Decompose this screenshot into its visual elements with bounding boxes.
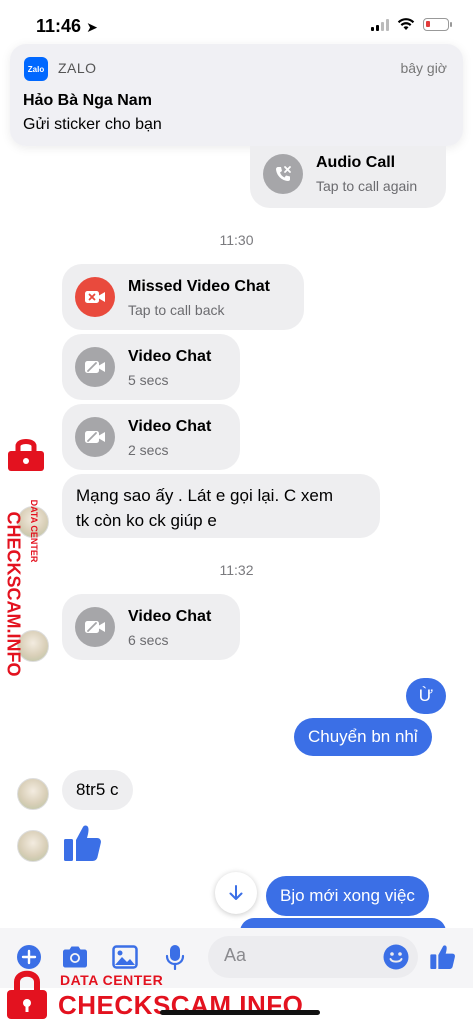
notification-title: Hảo Bà Nga Nam — [23, 92, 152, 109]
sent-message[interactable]: Ừ — [406, 678, 446, 714]
video-chat-duration: 5 secs — [128, 372, 169, 388]
status-time: 11:46 ➤ — [36, 16, 98, 36]
missed-video-chat-title: Missed Video Chat — [128, 278, 270, 295]
timestamp: 11:30 — [219, 232, 254, 248]
message-text-line: Mạng sao ấy . Lát e gọi lại. C xem — [76, 486, 334, 505]
thumbs-up-icon — [64, 825, 101, 861]
notification-banner[interactable]: Zalo ZALO bây giờ Hảo Bà Nga Nam Gửi sti… — [10, 44, 463, 146]
notification-body: Gửi sticker cho bạn — [23, 116, 162, 133]
video-camera-off-icon — [75, 607, 115, 647]
video-chat-duration: 2 secs — [128, 442, 169, 458]
battery-icon — [423, 18, 452, 31]
notification-app-name: ZALO — [58, 60, 97, 76]
audio-call-title: Audio Call — [316, 154, 396, 171]
thumbs-up-icon — [430, 945, 455, 969]
status-bar: 11:46 ➤ — [0, 0, 473, 44]
emoji-button[interactable] — [382, 943, 410, 971]
video-chat-bubble[interactable]: Video Chat 2 secs — [62, 404, 240, 470]
sent-message[interactable]: Chuyển bn nhỉ — [294, 718, 432, 756]
missed-video-chat-bubble[interactable]: Missed Video Chat Tap to call back — [62, 264, 304, 330]
watermark-title: CHECKSCAM.INFO — [58, 990, 304, 1020]
thumbs-up-sticker — [62, 822, 104, 864]
smiley-icon — [383, 944, 409, 970]
video-chat-bubble[interactable]: Video Chat 5 secs — [62, 334, 240, 400]
sent-message[interactable]: Bjo mới xong việc — [266, 876, 429, 916]
video-camera-off-icon — [75, 417, 115, 457]
wifi-icon — [397, 18, 415, 30]
watermark-side: DATA CENTER CHECKSCAM.INFO — [0, 436, 52, 677]
location-arrow-icon: ➤ — [86, 19, 98, 35]
watermark-side-subtitle: DATA CENTER — [29, 499, 39, 563]
watermark-subtitle: DATA CENTER — [60, 972, 164, 988]
status-icons — [371, 18, 452, 31]
like-button[interactable] — [428, 942, 458, 972]
video-camera-missed-icon — [75, 277, 115, 317]
notification-time: bây giờ — [400, 60, 447, 76]
video-chat-title: Video Chat — [128, 608, 212, 625]
avatar[interactable] — [17, 830, 49, 862]
watermark-side-title: CHECKSCAM.INFO — [3, 511, 24, 677]
arrow-down-icon — [229, 885, 243, 900]
video-chat-title: Video Chat — [128, 348, 212, 365]
audio-call-subtitle: Tap to call again — [316, 178, 418, 194]
phone-cancel-icon — [263, 154, 303, 194]
scroll-to-bottom-button[interactable] — [215, 872, 257, 914]
zalo-logo: Zalo — [24, 57, 48, 81]
received-message[interactable]: Mạng sao ấy . Lát e gọi lại. C xem tk cò… — [62, 474, 380, 538]
cellular-signal-icon — [371, 18, 389, 31]
video-chat-title: Video Chat — [128, 418, 212, 435]
video-chat-duration: 6 secs — [128, 632, 169, 648]
received-message[interactable]: 8tr5 c — [62, 770, 133, 810]
missed-video-chat-subtitle: Tap to call back — [128, 302, 225, 318]
video-camera-off-icon — [75, 347, 115, 387]
lock-icon — [7, 970, 47, 1019]
lock-icon — [8, 439, 44, 471]
message-text-line: tk còn ko ck giúp e — [76, 511, 217, 530]
video-chat-bubble[interactable]: Video Chat 6 secs — [62, 594, 240, 660]
audio-call-bubble[interactable]: Audio Call Tap to call again — [250, 146, 446, 208]
timestamp: 11:32 — [219, 562, 254, 578]
avatar[interactable] — [17, 778, 49, 810]
home-indicator — [160, 1010, 320, 1015]
